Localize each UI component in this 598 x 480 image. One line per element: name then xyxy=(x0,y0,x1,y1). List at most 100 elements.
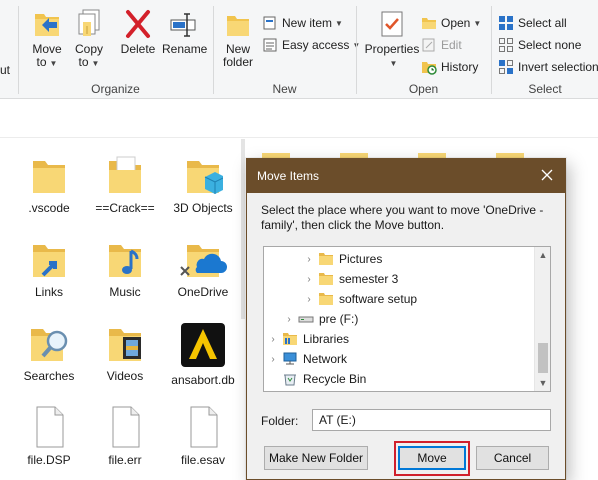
highlight-box xyxy=(394,441,470,476)
recycle-bin-icon xyxy=(284,374,296,386)
tree-item-semester-3[interactable]: › semester 3 xyxy=(264,269,534,289)
file-item-videos[interactable]: Videos xyxy=(86,321,164,383)
chevron-down-icon: ▼ xyxy=(335,18,343,28)
folder-search-icon xyxy=(31,329,68,361)
easy-access-button[interactable]: Easy access▼ xyxy=(262,35,360,55)
delete-icon xyxy=(126,10,150,38)
folder-icon xyxy=(33,161,65,193)
file-item-esav[interactable]: file.esav xyxy=(164,405,242,467)
tree-scrollbar[interactable]: ▲ ▼ xyxy=(534,247,550,391)
tree-item-libraries[interactable]: › Libraries xyxy=(264,329,534,349)
dialog-title-bar: Move Items xyxy=(247,159,565,193)
copy-to-button[interactable]: Copy to ▼ xyxy=(69,8,109,70)
cancel-button[interactable]: Cancel xyxy=(476,446,549,470)
folder-music-icon xyxy=(109,245,141,277)
select-group-label: Select xyxy=(528,82,562,96)
expand-arrow-icon[interactable]: › xyxy=(284,314,294,325)
chevron-down-icon: ▼ xyxy=(91,59,100,68)
file-icon xyxy=(112,406,140,448)
select-all-button[interactable]: Select all xyxy=(498,13,567,33)
edit-icon xyxy=(422,38,435,52)
file-list-scrollbar[interactable] xyxy=(241,139,245,319)
folder-3d-icon xyxy=(187,161,223,194)
rename-icon xyxy=(170,13,196,37)
new-item-button[interactable]: New item ▼ xyxy=(262,13,343,33)
libraries-icon xyxy=(283,333,297,345)
chevron-down-icon: ▼ xyxy=(473,18,482,28)
rename-button[interactable]: Rename xyxy=(162,8,207,56)
close-icon[interactable] xyxy=(539,167,555,183)
file-icon xyxy=(190,406,218,448)
organize-group-label: Organize xyxy=(91,82,140,96)
tree-item-pre-drive[interactable]: › pre (F:) xyxy=(264,309,534,329)
dialog-instruction: Select the place where you want to move … xyxy=(261,203,544,232)
folder-videos-icon xyxy=(109,329,141,361)
invert-selection-button[interactable]: Invert selection xyxy=(498,57,598,77)
dialog-title: Move Items xyxy=(257,169,320,183)
tree-item-recycle-bin[interactable]: Recycle Bin xyxy=(264,369,534,389)
file-item-dsp[interactable]: file.DSP xyxy=(10,405,88,467)
file-item-3d-objects[interactable]: 3D Objects xyxy=(164,153,242,215)
history-icon xyxy=(422,62,437,75)
folder-links-icon xyxy=(33,245,65,277)
invert-selection-icon xyxy=(499,60,513,74)
file-item-crack[interactable]: ==Crack== xyxy=(86,153,164,215)
history-button[interactable]: History xyxy=(421,57,478,77)
organize-group: Move to ▼ Copy to ▼ Delete Rename Organize xyxy=(19,0,212,99)
edit-button[interactable]: Edit xyxy=(421,35,462,55)
new-group-label: New xyxy=(272,82,297,96)
clipboard-cut-fragment[interactable]: ut xyxy=(0,60,10,80)
select-none-icon xyxy=(499,38,513,52)
expand-arrow-icon[interactable]: › xyxy=(304,294,314,305)
file-item-onedrive[interactable]: OneDrive xyxy=(164,237,242,299)
expand-arrow-icon[interactable]: › xyxy=(304,254,314,265)
onedrive-folder-icon xyxy=(180,245,227,277)
scroll-down-icon[interactable]: ▼ xyxy=(535,375,550,391)
tree-item-pictures[interactable]: › Pictures xyxy=(264,249,534,269)
tree-item-software-setup[interactable]: › software setup xyxy=(264,289,534,309)
select-none-button[interactable]: Select none xyxy=(498,35,581,55)
chevron-down-icon: ▼ xyxy=(49,59,58,68)
folder-icon xyxy=(319,253,333,265)
ribbon: ut Move to ▼ Copy to ▼ Delete Rename Org… xyxy=(0,0,598,99)
open-group: Properties ▼ Open ▼ Edit History Open xyxy=(357,0,490,99)
move-to-button[interactable]: Move to ▼ xyxy=(27,8,67,70)
chevron-down-icon: ▼ xyxy=(389,59,398,68)
folder-field[interactable]: AT (E:) xyxy=(312,409,551,431)
tree-item-network[interactable]: › Network xyxy=(264,349,534,369)
network-icon xyxy=(283,352,297,365)
new-item-icon xyxy=(263,16,276,30)
properties-icon xyxy=(381,11,403,37)
folder-docs-icon xyxy=(109,156,141,193)
move-items-dialog: Move Items Select the place where you wa… xyxy=(246,158,566,480)
make-new-folder-button[interactable]: Make New Folder xyxy=(264,446,368,470)
address-bar-area xyxy=(0,100,598,138)
scroll-thumb[interactable] xyxy=(538,343,548,373)
file-icon xyxy=(36,406,64,448)
file-item-vscode[interactable]: .vscode xyxy=(10,153,88,215)
delete-button[interactable]: Delete xyxy=(119,8,157,56)
select-all-icon xyxy=(499,16,513,30)
copy-to-icon xyxy=(78,9,100,36)
properties-button[interactable]: Properties ▼ xyxy=(363,8,421,70)
file-item-music[interactable]: Music xyxy=(86,237,164,299)
new-folder-button[interactable]: New folder xyxy=(220,8,256,69)
file-item-searches[interactable]: Searches xyxy=(10,321,88,383)
move-to-icon xyxy=(35,14,59,36)
expand-arrow-icon[interactable]: › xyxy=(268,354,278,365)
scroll-up-icon[interactable]: ▲ xyxy=(535,247,550,263)
folder-label: Folder: xyxy=(261,414,299,428)
open-button[interactable]: Open ▼ xyxy=(421,13,481,33)
file-item-links[interactable]: Links xyxy=(10,237,88,299)
drive-icon xyxy=(298,316,314,323)
expand-arrow-icon[interactable]: › xyxy=(268,334,278,345)
folder-icon xyxy=(319,273,333,285)
file-item-ansabort[interactable]: ansabort.db xyxy=(164,321,242,387)
file-item-err[interactable]: file.err xyxy=(86,405,164,467)
folder-tree[interactable]: › Pictures › semester 3 › software setup… xyxy=(263,246,551,392)
app-icon xyxy=(181,323,225,367)
select-group: Select all Select none Invert selection … xyxy=(492,0,598,99)
easy-access-icon xyxy=(263,38,277,52)
expand-arrow-icon[interactable]: › xyxy=(304,274,314,285)
open-group-label: Open xyxy=(408,82,439,96)
